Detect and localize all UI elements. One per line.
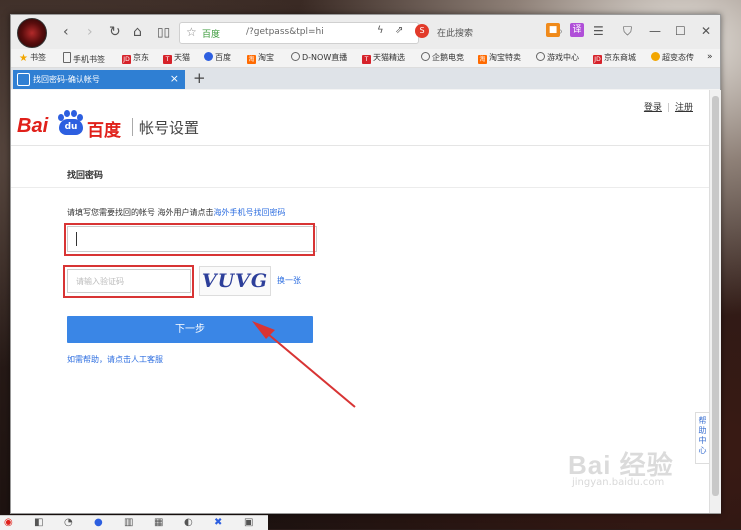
bookmark-item[interactable]: 淘淘宝特卖 [478,52,521,64]
translate-icon[interactable]: 译 [570,23,584,37]
taskbar-app-icon[interactable]: ◧ [34,517,43,528]
address-site-label: 百度 [202,30,221,40]
bookmark-item[interactable]: 手机书签 [63,52,105,65]
overseas-phone-link[interactable]: 海外手机号找回密码 [214,208,286,217]
maximize-icon[interactable]: ☐ [675,24,686,38]
top-links: 登录 | 注册 [644,100,693,113]
menu-icon[interactable]: ☰ [593,24,604,38]
page-title: 找回密码 [67,171,104,181]
forward-icon[interactable]: › [87,24,93,40]
browser-window: ‹ › ↻ ⌂ ▯▯ ☆ 百度 /?getpass&tpl=hi ϟ ⇗ S 在… [10,14,721,514]
divider: | [666,103,670,113]
search-box[interactable]: S 在此搜索 ⌕ [411,22,567,42]
search-engine-icon[interactable]: S [415,24,429,38]
share-icon[interactable]: ⇗ [395,25,403,36]
taskbar-app-icon[interactable]: ◔ [64,517,73,528]
bookmark-item[interactable]: 企鹅电竞 [421,52,464,63]
taskbar-app-icon[interactable]: ◉ [4,517,13,528]
skin-icon[interactable]: ⛉ [623,24,632,39]
star-icon: ★ [19,53,28,64]
globe-icon [536,52,545,61]
jd-icon: JD [593,55,602,64]
globe-icon [291,52,300,61]
logo-du-text: du [59,119,83,135]
tmall-icon: T [362,55,371,64]
taobao-icon: 淘 [478,55,487,64]
register-link[interactable]: 注册 [675,103,693,113]
section-divider [11,187,709,188]
logo-baidu-cn: 百度 [87,121,121,141]
taskbar-app-icon[interactable]: ▥ [124,517,133,528]
tab-active[interactable]: 找回密码-确认帐号 × [13,70,185,89]
taskbar-app-icon[interactable]: ▦ [154,517,163,528]
refresh-icon[interactable]: ↻ [109,24,121,40]
new-tab-button[interactable]: + [193,69,206,87]
taobao-icon: 淘 [247,55,256,64]
login-link[interactable]: 登录 [644,103,662,113]
taskbar: ◉ ◧ ◔ ● ▥ ▦ ◐ ✖ ▣ [0,515,268,530]
phone-icon [63,52,71,63]
bookmark-item[interactable]: T 天猫 [163,52,190,64]
address-url[interactable]: /?getpass&tpl=hi [246,27,324,37]
bookmark-item[interactable]: 超变态传 [651,52,694,63]
tab-strip: 找回密码-确认帐号 × + [11,68,720,89]
lightning-icon[interactable]: ϟ [377,25,384,36]
bookmarks-overflow-icon[interactable]: » [707,52,713,62]
next-step-button[interactable]: 下一步 [67,316,313,343]
bookmark-item[interactable]: 淘淘宝 [247,52,274,64]
logo-bai-text: Bai [17,115,49,137]
jd-icon: JD [122,55,131,64]
refresh-captcha-link[interactable]: 换一张 [277,275,301,286]
bookmark-item[interactable]: T 天猫精选 [362,52,405,64]
back-icon[interactable]: ‹ [63,24,69,40]
product-name: 帐号设置 [139,119,200,137]
game-icon [651,52,660,61]
bookmark-item[interactable]: JD 京东商城 [593,52,636,64]
annotation-box [63,265,194,298]
baidu-jingyan-watermark: Bai 经验 jingyan.baidu.com [568,450,674,488]
globe-icon [421,52,430,61]
scrollbar-thumb[interactable] [712,96,719,496]
bookmark-item[interactable]: 百度 [204,52,231,63]
tmall-icon: T [163,55,172,64]
taskbar-app-icon[interactable]: ● [94,517,103,528]
taskbar-app-icon[interactable]: ✖ [214,517,222,528]
instruction-text: 请填写您需要找回的帐号 海外用户请点击海外手机号找回密码 [67,208,286,217]
header-divider [11,145,709,146]
baidu-icon [204,52,213,61]
bookmark-item[interactable]: ★ 书签 [19,52,46,64]
taskbar-app-icon[interactable]: ▣ [244,517,253,528]
bookmarks-bar: ★ 书签 手机书签 JD 京东 T 天猫 百度 淘淘宝 D-NOW直播 T 天猫精选 企… [11,49,720,68]
tab-title: 找回密码-确认帐号 [33,75,100,84]
paw-icon: du [56,110,84,136]
browser-logo-icon[interactable] [17,18,47,48]
annotation-box [64,223,315,256]
paw-toe [64,110,70,117]
page-icon [17,73,30,86]
home-icon[interactable]: ⌂ [133,24,142,40]
minimize-icon[interactable]: — [649,24,661,38]
help-link[interactable]: 如需帮助，请点击人工客服 [67,354,163,365]
extension-icon[interactable]: ■ [546,23,560,37]
close-icon[interactable]: ✕ [701,24,711,38]
browser-toolbar: ‹ › ↻ ⌂ ▯▯ ☆ 百度 /?getpass&tpl=hi ϟ ⇗ S 在… [11,15,720,49]
reader-icon[interactable]: ▯▯ [157,24,170,40]
bookmark-item[interactable]: D-NOW直播 [291,52,347,63]
tab-close-icon[interactable]: × [170,72,179,85]
logo-divider [132,118,133,136]
bookmark-star-icon[interactable]: ☆ [186,25,197,39]
captcha-image[interactable]: VUVG [199,266,271,296]
search-placeholder[interactable]: 在此搜索 [437,26,473,39]
bookmark-item[interactable]: 游戏中心 [536,52,579,63]
bookmark-item[interactable]: JD 京东 [122,52,149,64]
taskbar-app-icon[interactable]: ◐ [184,517,193,528]
